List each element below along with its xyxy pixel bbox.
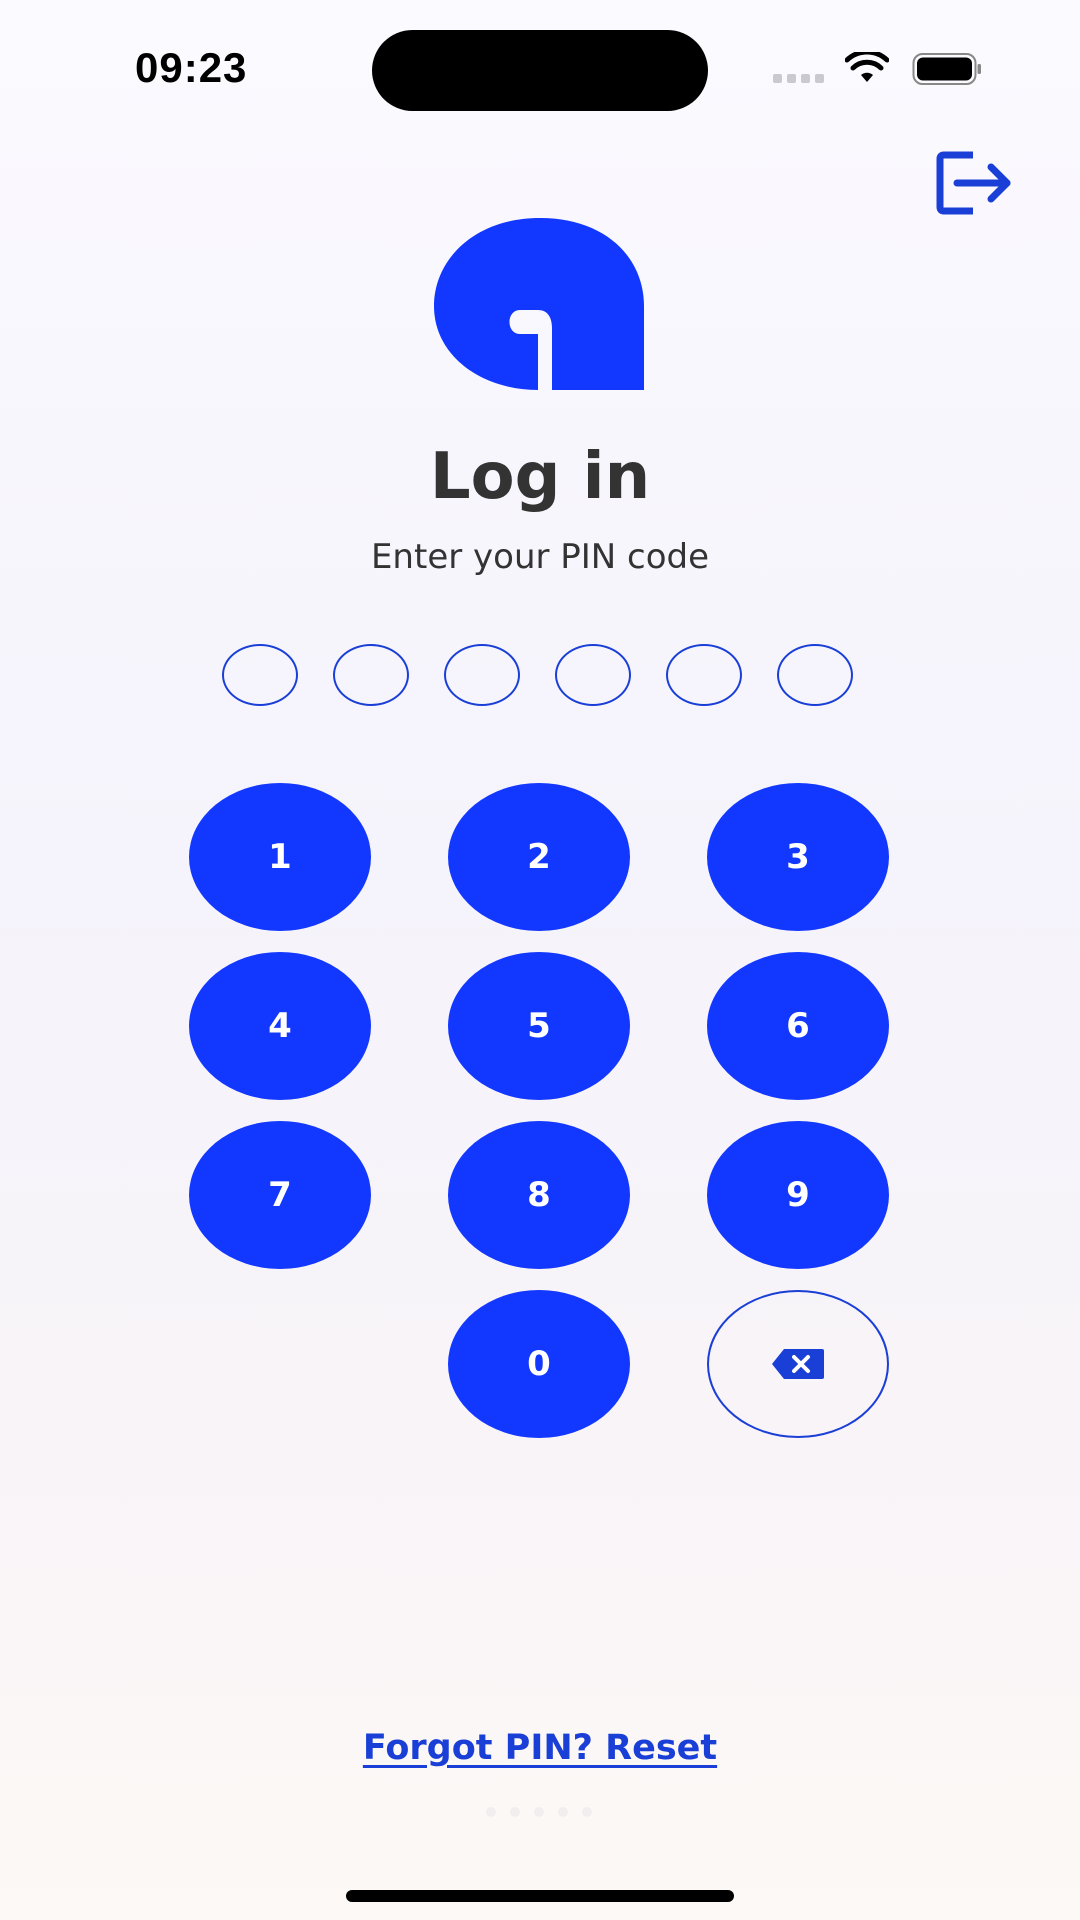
forgot-pin-container: Forgot PIN? Reset (0, 1728, 1080, 1768)
key-8[interactable]: 8 (448, 1121, 630, 1269)
page-indicator (486, 1807, 592, 1817)
key-1[interactable]: 1 (189, 783, 371, 931)
app-logo (434, 218, 644, 390)
home-indicator (346, 1890, 734, 1902)
key-0[interactable]: 0 (448, 1290, 630, 1438)
logout-icon (936, 151, 1011, 215)
pin-dot (666, 644, 742, 706)
backspace-icon (772, 1349, 824, 1379)
key-4[interactable]: 4 (189, 952, 371, 1100)
pin-indicator (222, 644, 858, 710)
forgot-pin-link[interactable]: Forgot PIN? Reset (363, 1728, 717, 1768)
backspace-button[interactable] (707, 1290, 889, 1438)
logout-button[interactable] (935, 150, 1017, 216)
pin-dot (777, 644, 853, 706)
cellular-signal-icon (773, 74, 824, 83)
pin-dot (444, 644, 520, 706)
key-9[interactable]: 9 (707, 1121, 889, 1269)
key-3[interactable]: 3 (707, 783, 889, 931)
pin-dot (333, 644, 409, 706)
status-bar: 09:23 (0, 0, 1080, 140)
dynamic-island (372, 30, 708, 111)
key-5[interactable]: 5 (448, 952, 630, 1100)
page-title: Log in (429, 440, 651, 514)
key-7[interactable]: 7 (189, 1121, 371, 1269)
status-time: 09:23 (135, 44, 248, 91)
page-subtitle: Enter your PIN code (370, 537, 710, 577)
pin-dot (222, 644, 298, 706)
key-6[interactable]: 6 (707, 952, 889, 1100)
pin-dot (555, 644, 631, 706)
wifi-icon (845, 52, 889, 82)
key-2[interactable]: 2 (448, 783, 630, 931)
battery-icon (912, 53, 981, 85)
